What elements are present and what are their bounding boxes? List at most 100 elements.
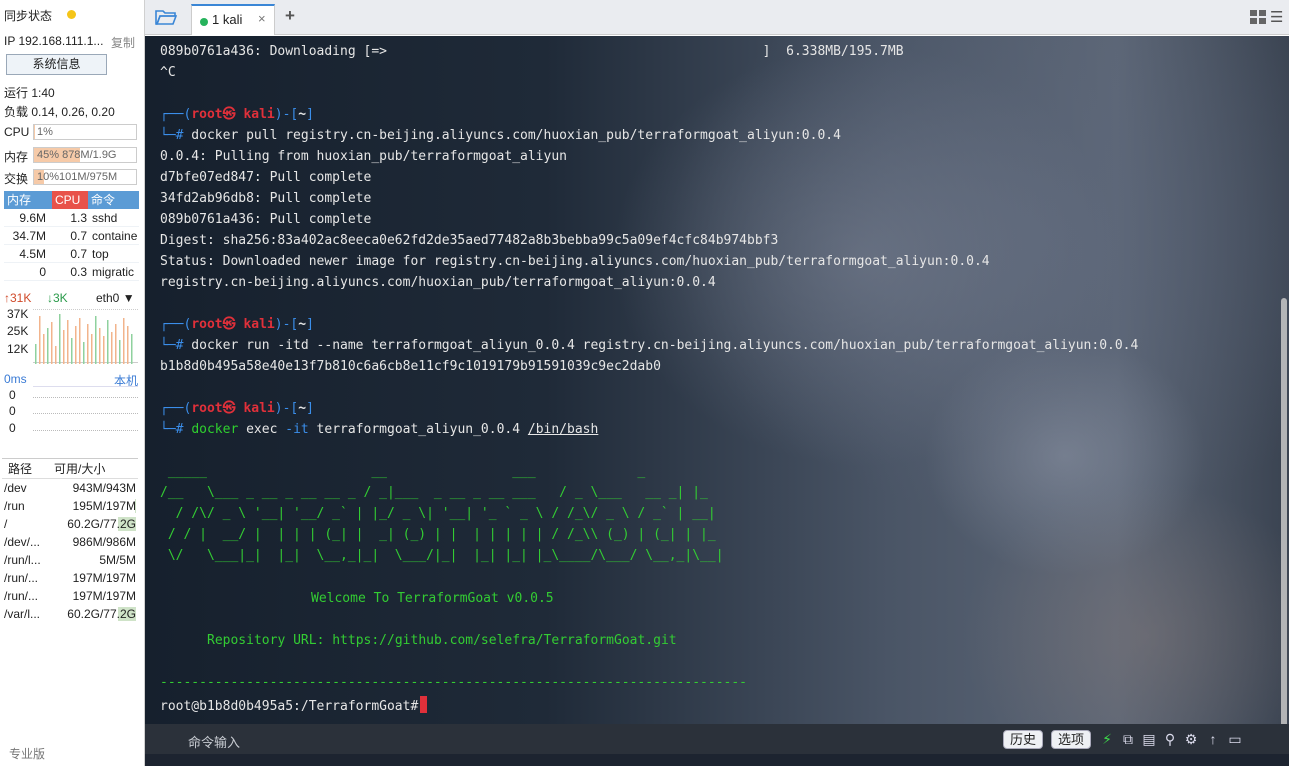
proc-header-cmd[interactable]: 命令 [88, 191, 139, 209]
grid-layout-icon[interactable] [1250, 10, 1266, 24]
disk-row[interactable]: /run/... 197M/197M [2, 587, 138, 605]
process-row[interactable]: 34.7M 0.7 containe [4, 227, 139, 245]
options-button[interactable]: 选项 [1051, 730, 1092, 749]
output-line: 0.0.4: Pulling from huoxian_pub/terrafor… [160, 149, 567, 164]
disk-row[interactable]: /run/l... 5M/5M [2, 551, 138, 569]
prompt-bracket: )-[ [274, 401, 299, 416]
command-input-bar[interactable]: 命令输入 历史 选项 ⚡ ⧉ ▤ ⚲ ⚙ ↑ ▭ [145, 724, 1289, 754]
lightning-icon[interactable]: ⚡ [1099, 731, 1115, 747]
disk-row[interactable]: /dev/... 986M/986M [2, 533, 138, 551]
history-button[interactable]: 历史 [1003, 730, 1044, 749]
net-y-label-mid: 25K [7, 324, 29, 338]
memory-value: 45% 878M/1.9G [37, 149, 117, 161]
network-traffic-bar [95, 316, 97, 364]
process-cpu: 0.7 [70, 247, 87, 261]
disk-size: 197M/197M [52, 569, 136, 587]
paste-icon[interactable]: ▤ [1141, 731, 1157, 747]
prompt-header: ┌──(root㉿ kali)-[~] [160, 401, 314, 417]
welcome-text: Welcome To TerraformGoat v0.0.5 [311, 591, 554, 606]
network-traffic-bar [51, 322, 53, 364]
system-info-button[interactable]: 系统信息 [6, 54, 107, 75]
prompt-bracket: )-[ [274, 317, 299, 332]
disk-size-text: 60.2G/77.2G [67, 607, 136, 621]
ascii-banner-line: / /\/ _ \ '__| '__/ _` | |_/ _ \| '__| '… [160, 506, 716, 521]
terminal-scrollbar[interactable] [1281, 298, 1287, 738]
disk-size-text: 5M/5M [99, 553, 136, 567]
output-line: Digest: sha256:83a402ac8eeca0e62fd2de35a… [160, 233, 779, 248]
disk-size: 943M/943M [52, 479, 136, 497]
disk-row[interactable]: /var/l... 60.2G/77.2G [2, 605, 138, 623]
command-flag: -it [285, 422, 309, 437]
gear-icon[interactable]: ⚙ [1183, 731, 1199, 747]
disk-size-text: 986M/986M [72, 535, 136, 549]
proc-header-cpu[interactable]: CPU [52, 191, 88, 209]
disk-path: / [4, 517, 8, 531]
disk-size-text: 197M/197M [72, 571, 136, 585]
disk-row[interactable]: /run 195M/197M [2, 497, 138, 515]
swap-bar: 10%101M/975M [33, 169, 137, 185]
network-traffic-bar [119, 340, 121, 364]
close-icon[interactable]: × [258, 11, 266, 26]
disk-size: 60.2G/77.2G [52, 515, 136, 533]
maximize-icon[interactable]: ▭ [1227, 731, 1243, 747]
disk-path: /dev [4, 481, 27, 495]
network-traffic-bar [91, 334, 93, 364]
prompt-hash: └─# [160, 422, 184, 437]
command-text: docker pull registry.cn-beijing.aliyuncs… [183, 128, 841, 143]
sync-status-title: 同步状态 [4, 9, 53, 23]
process-mem: 9.6M [19, 211, 46, 225]
proc-header-mem[interactable]: 内存 [4, 191, 52, 209]
cpu-bar: 1% [33, 124, 137, 140]
prompt-user: root㉿ kali [191, 107, 275, 122]
ascii-banner-line: _____ __ ___ _ [160, 464, 646, 479]
prompt-user: root㉿ kali [191, 401, 275, 416]
disk-path: /run [4, 499, 25, 513]
prompt-dir: ~ [298, 401, 307, 416]
command-text: docker [191, 422, 239, 437]
network-traffic-bar [99, 328, 101, 364]
disk-row[interactable]: /run/... 197M/197M [2, 569, 138, 587]
prompt-bracket: ] [306, 317, 314, 332]
ascii-banner-line: /__ \___ _ __ _ __ __ _ / _|___ _ __ _ _… [160, 485, 708, 500]
prompt-hash: └─# [160, 128, 184, 143]
process-row[interactable]: 0 0.3 migratic [4, 263, 139, 281]
tab-kali[interactable]: 1 kali × [191, 4, 275, 35]
copy-icon[interactable]: ⧉ [1120, 731, 1136, 747]
copy-ip-button[interactable]: 复制 [111, 34, 135, 51]
terminal-footer [145, 754, 1289, 766]
memory-label: 内存 [4, 150, 29, 164]
search-icon[interactable]: ⚲ [1162, 731, 1178, 747]
container-id-line: b1b8d0b495a58e40e13f7b810c6a6cb8e11cf9c1… [160, 359, 661, 374]
tab-bar: 1 kali × + ☰ [145, 0, 1289, 35]
arrow-up-icon[interactable]: ↑ [1205, 731, 1221, 747]
cpu-value: 1% [37, 126, 53, 138]
command-text: exec [238, 422, 286, 437]
command-input-placeholder[interactable]: 命令输入 [188, 732, 240, 751]
menu-icon[interactable]: ☰ [1270, 8, 1283, 26]
net-y-label-top: 37K [7, 307, 29, 321]
network-chart [33, 309, 138, 364]
process-row[interactable]: 4.5M 0.7 top [4, 245, 139, 263]
prompt-header: ┌──(root㉿ kali)-[~] [160, 317, 314, 333]
net-interface-select[interactable]: eth0 ▼ [96, 291, 135, 305]
disk-row[interactable]: /dev 943M/943M [2, 479, 138, 497]
latency-value: 0 [9, 421, 16, 435]
process-row[interactable]: 9.6M 1.3 sshd [4, 209, 139, 227]
terminal-output[interactable]: 089b0761a436: Downloading [=> ] 6.338MB/… [145, 36, 1289, 766]
disk-row[interactable]: / 60.2G/77.2G [2, 515, 138, 533]
latency-label: 0ms [4, 372, 27, 386]
network-traffic-bar [59, 314, 61, 364]
output-line: registry.cn-beijing.aliyuncs.com/huoxian… [160, 275, 716, 290]
network-traffic-bar [127, 326, 129, 364]
add-tab-icon[interactable]: + [285, 6, 295, 26]
network-traffic-bar [47, 328, 49, 364]
command-line: └─# docker pull registry.cn-beijing.aliy… [160, 128, 841, 144]
process-cpu: 0.3 [70, 265, 87, 279]
net-upload: ↑31K [4, 291, 32, 305]
disk-path: /dev/... [4, 535, 41, 549]
disk-size: 986M/986M [52, 533, 136, 551]
folder-open-icon[interactable] [155, 8, 177, 26]
disk-path: /var/l... [4, 607, 41, 621]
prompt-hash: └─# [160, 338, 184, 353]
process-command: top [92, 247, 109, 261]
